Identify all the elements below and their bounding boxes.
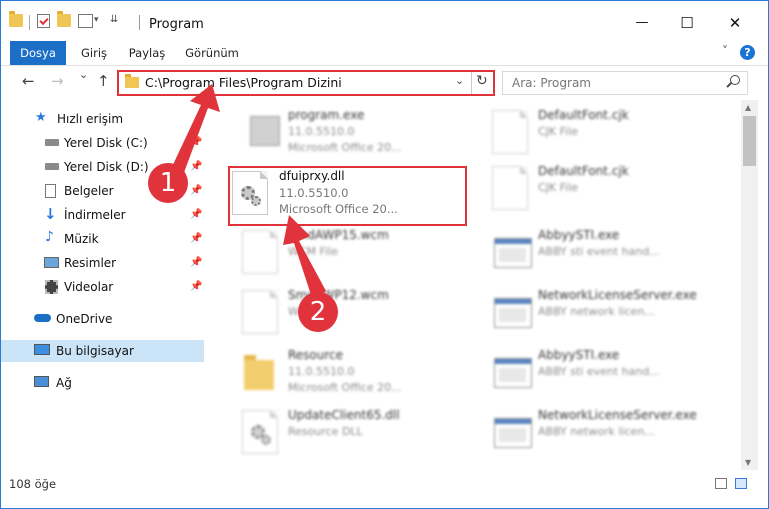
- callout-arrows: [163, 84, 326, 301]
- arrow-2-icon: [283, 215, 326, 301]
- callout-badge-1: 1: [148, 163, 188, 203]
- callout-badge-2: 2: [298, 292, 338, 332]
